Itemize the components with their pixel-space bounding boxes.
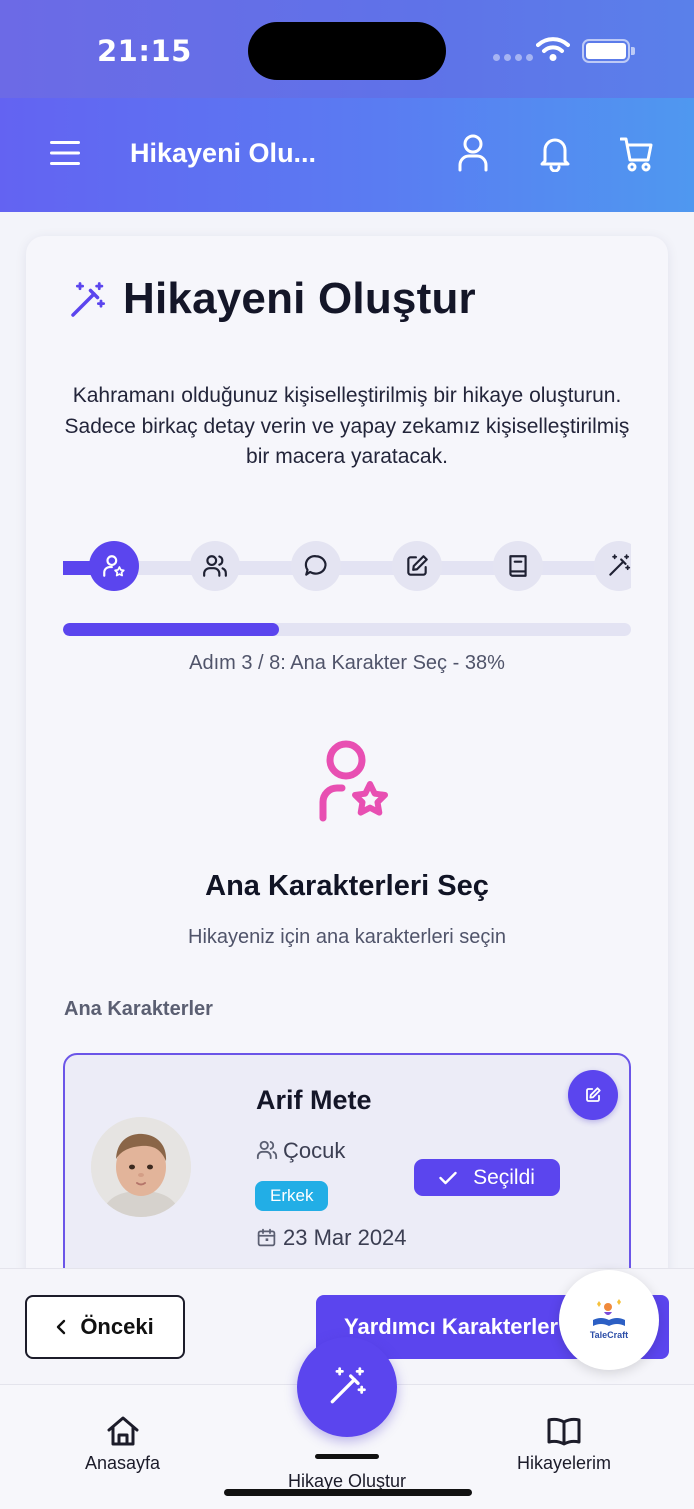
book-icon [509,555,527,577]
nav-my-stories-label: Hikayelerim [517,1453,612,1473]
profile-icon[interactable] [457,134,489,172]
step-book[interactable] [493,541,543,591]
magic-wand-icon [71,282,106,317]
active-tab-indicator [315,1454,379,1459]
section-subtitle: Hikayeniz için ana karakterleri seçin [188,926,506,948]
create-story-card: Hikayeni Oluştur Kahramanı olduğunuz kiş… [26,236,668,1336]
selected-label: Seçildi [473,1165,535,1189]
selected-badge: Seçildi [414,1159,560,1196]
cart-icon[interactable] [620,134,654,172]
user-star-icon [319,740,388,822]
cellular-signal-icon [493,54,533,61]
progress-fill [63,623,279,636]
header-title: Hikayeni Olu... [130,138,317,168]
open-book-icon [547,1417,581,1446]
magic-wand-icon [609,554,631,576]
step-dialogue[interactable] [291,541,341,591]
page-description: Kahramanı olduğunuz kişiselleştirilmiş b… [64,384,630,468]
avatar [91,1117,191,1217]
calendar-icon [257,1228,276,1247]
nav-home[interactable]: Anasayfa [85,1415,160,1474]
logo-text: TaleCraft [589,1330,629,1340]
status-bar: 21:15 [0,0,694,98]
progress-text: Adım 3 / 8: Ana Karakter Seç - 38% [189,652,505,674]
step-indicator [63,539,631,593]
character-card[interactable]: Arif Mete Çocuk Erkek 23 Mar 2024 Seçild… [63,1053,631,1293]
bell-icon[interactable] [539,134,571,172]
next-label: Yardımcı Karakterler [344,1314,559,1339]
talecraft-logo-icon [593,1299,625,1326]
section-title: Ana Karakterleri Seç [205,870,489,902]
chat-bubble-icon [304,555,327,576]
character-role: Çocuk [283,1138,346,1163]
users-icon [203,555,227,577]
check-icon [439,1171,457,1184]
talecraft-logo-button[interactable]: TaleCraft [559,1270,659,1370]
dynamic-island [248,22,446,80]
progress-bar [63,623,631,636]
child-avatar-image [91,1117,191,1217]
character-name: Arif Mete [256,1085,372,1115]
step-side-characters[interactable] [190,541,240,591]
app-header: Hikayeni Olu... [0,98,694,212]
magic-wand-icon [330,1367,366,1404]
battery-icon [582,39,635,63]
home-indicator [224,1489,472,1496]
nav-my-stories[interactable]: Hikayelerim [517,1415,611,1474]
step-track [63,561,631,575]
step-main-character[interactable] [89,541,139,591]
gender-badge: Erkek [255,1181,329,1211]
page-title: Hikayeni Oluştur [123,274,476,323]
nav-home-label: Anasayfa [85,1453,161,1473]
users-icon [256,1140,278,1160]
previous-label: Önceki [80,1314,154,1339]
character-birthdate: 23 Mar 2024 [283,1225,407,1250]
step-details[interactable] [392,541,442,591]
previous-button[interactable]: Önceki [25,1295,185,1359]
edit-character-button[interactable] [568,1070,618,1120]
step-generate[interactable] [594,541,631,591]
pencil-square-icon [407,555,428,576]
user-star-icon [103,555,125,577]
home-icon [107,1416,139,1446]
chevron-left-icon [57,1319,66,1335]
hamburger-menu-icon[interactable] [50,140,80,166]
pencil-square-icon [586,1087,601,1102]
create-story-fab[interactable] [297,1337,397,1437]
main-characters-label: Ana Karakterler [64,998,213,1020]
status-time: 21:15 [97,34,192,68]
wifi-icon [536,37,570,61]
